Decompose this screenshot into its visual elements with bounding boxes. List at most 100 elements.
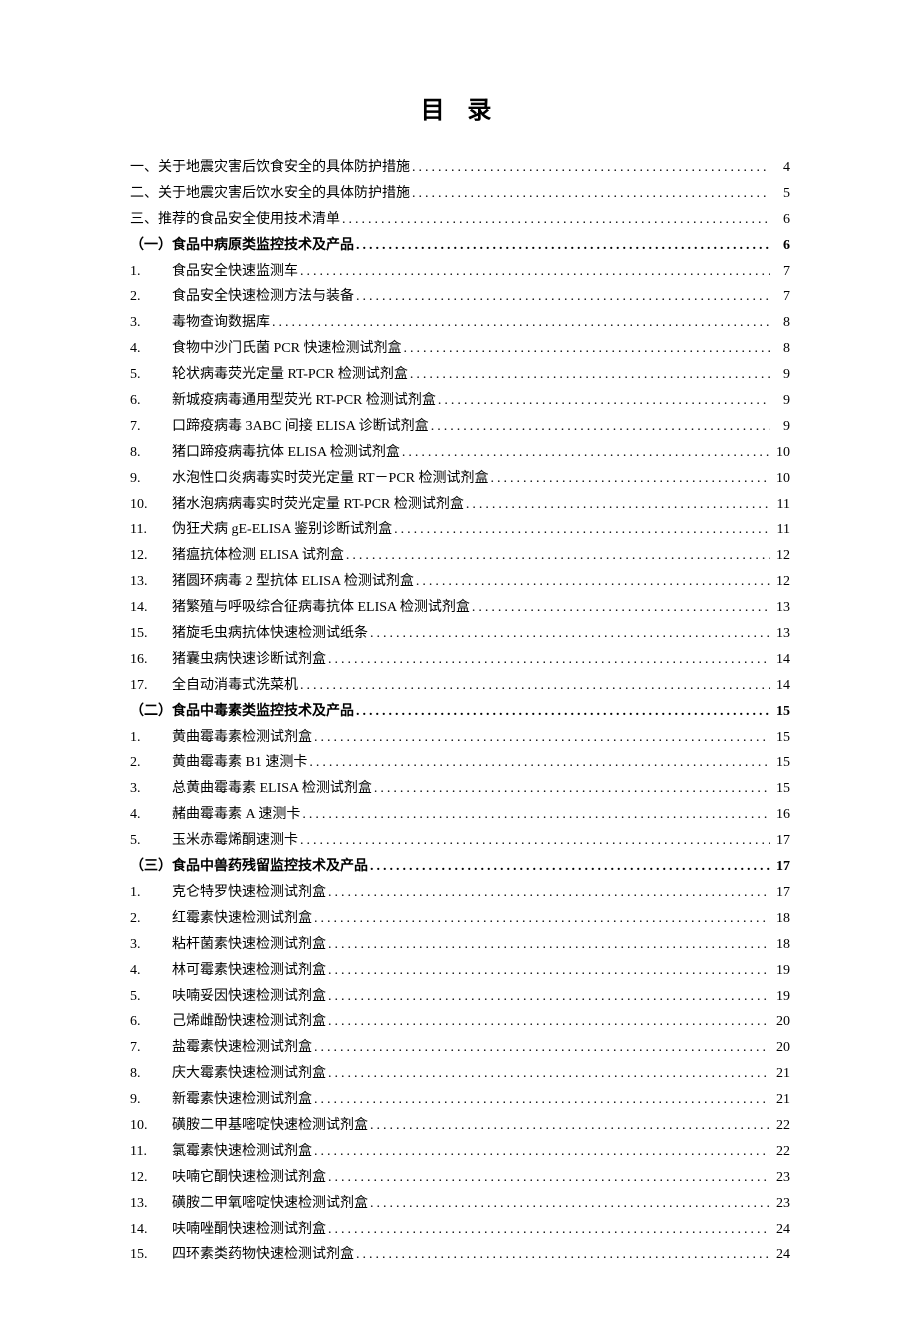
toc-entry-page: 18 (770, 906, 790, 932)
toc-entry-label: 猪囊虫病快速诊断试剂盒 (172, 647, 326, 673)
toc-entry: 14.呋喃唑酮快速检测试剂盒24 (130, 1217, 790, 1243)
toc-leader-dots (410, 362, 770, 388)
toc-leader-dots (328, 1217, 770, 1243)
toc-entry-number: 二、 (130, 181, 158, 207)
toc-entry-label: 四环素类药物快速检测试剂盒 (172, 1242, 354, 1268)
toc-entry-label: 总黄曲霉毒素 ELISA 检测试剂盒 (172, 776, 372, 802)
toc-entry-label: 红霉素快速检测试剂盒 (172, 906, 312, 932)
toc-leader-dots (300, 828, 770, 854)
toc-entry-label: 氯霉素快速检测试剂盒 (172, 1139, 312, 1165)
toc-entry-page: 16 (770, 802, 790, 828)
toc-entry-label: 磺胺二甲氧嘧啶快速检测试剂盒 (172, 1191, 368, 1217)
toc-leader-dots (370, 854, 770, 880)
toc-entry-number: 1. (130, 259, 172, 285)
toc-entry-number: 15. (130, 621, 172, 647)
toc-entry: 14.猪繁殖与呼吸综合征病毒抗体 ELISA 检测试剂盒13 (130, 595, 790, 621)
toc-entry-number: 3. (130, 932, 172, 958)
toc-leader-dots (416, 569, 770, 595)
toc-entry-number: 三、 (130, 207, 158, 233)
toc-entry: 4.林可霉素快速检测试剂盒19 (130, 958, 790, 984)
toc-entry-number: 6. (130, 1009, 172, 1035)
toc-entry: 7.口蹄疫病毒 3ABC 间接 ELISA 诊断试剂盒9 (130, 414, 790, 440)
toc-entry-label: 庆大霉素快速检测试剂盒 (172, 1061, 326, 1087)
toc-leader-dots (403, 336, 770, 362)
toc-entry: 5.呋喃妥因快速检测试剂盒19 (130, 984, 790, 1010)
toc-entry-label: （一）食品中病原类监控技术及产品 (130, 233, 354, 259)
toc-entry: 1.黄曲霉毒素检测试剂盒15 (130, 725, 790, 751)
toc-entry-page: 8 (770, 310, 790, 336)
toc-leader-dots (314, 906, 770, 932)
toc-entry-number: 11. (130, 1139, 172, 1165)
toc-leader-dots (412, 181, 770, 207)
toc-entry-label: 水泡性口炎病毒实时荧光定量 RT－PCR 检测试剂盒 (172, 466, 489, 492)
toc-entry-page: 12 (770, 543, 790, 569)
toc-entry-label: 推荐的食品安全使用技术清单 (158, 207, 340, 233)
toc-entry: 12.猪瘟抗体检测 ELISA 试剂盒12 (130, 543, 790, 569)
toc-entry-number: 6. (130, 388, 172, 414)
toc-entry-number: 7. (130, 414, 172, 440)
toc-entry-page: 17 (770, 854, 790, 880)
toc-entry-page: 20 (770, 1009, 790, 1035)
toc-leader-dots (394, 517, 770, 543)
toc-entry-number: 15. (130, 1242, 172, 1268)
toc-entry-number: 12. (130, 543, 172, 569)
toc-entry: 9.水泡性口炎病毒实时荧光定量 RT－PCR 检测试剂盒10 (130, 466, 790, 492)
toc-entry: 2.食品安全快速检测方法与装备7 (130, 284, 790, 310)
toc-leader-dots (438, 388, 770, 414)
toc-entry: 11.氯霉素快速检测试剂盒 22 (130, 1139, 790, 1165)
toc-leader-dots (374, 776, 770, 802)
toc-leader-dots (356, 699, 770, 725)
toc-entry-page: 21 (770, 1087, 790, 1113)
toc-entry-number: 8. (130, 440, 172, 466)
toc-entry-number: 5. (130, 362, 172, 388)
toc-entry-page: 10 (770, 466, 790, 492)
toc-entry: 二、关于地震灾害后饮水安全的具体防护措施5 (130, 181, 790, 207)
toc-entry-number: 2. (130, 750, 172, 776)
toc-entry-page: 23 (770, 1165, 790, 1191)
toc-leader-dots (300, 673, 770, 699)
toc-leader-dots (356, 284, 770, 310)
toc-entry-page: 22 (770, 1139, 790, 1165)
toc-entry: （二）食品中毒素类监控技术及产品15 (130, 699, 790, 725)
toc-entry-page: 6 (770, 207, 790, 233)
toc-entry-page: 13 (770, 595, 790, 621)
toc-entry-number: 1. (130, 880, 172, 906)
toc-entry: 9.新霉素快速检测试剂盒21 (130, 1087, 790, 1113)
toc-leader-dots (431, 414, 770, 440)
toc-leader-dots (328, 932, 770, 958)
toc-entry-page: 4 (770, 155, 790, 181)
toc-entry-label: 黄曲霉毒素 B1 速测卡 (172, 750, 307, 776)
toc-leader-dots (491, 466, 770, 492)
toc-entry-label: 关于地震灾害后饮水安全的具体防护措施 (158, 181, 410, 207)
toc-entry-number: 10. (130, 1113, 172, 1139)
toc-entry-label: 伪狂犬病 gE-ELISA 鉴别诊断试剂盒 (172, 517, 392, 543)
toc-entry: 三、推荐的食品安全使用技术清单 6 (130, 207, 790, 233)
toc-leader-dots (370, 1113, 770, 1139)
toc-leader-dots (314, 1087, 770, 1113)
toc-entry-number: 1. (130, 725, 172, 751)
toc-entry-page: 7 (770, 284, 790, 310)
toc-entry-number: 5. (130, 828, 172, 854)
toc-entry-page: 11 (770, 517, 790, 543)
toc-entry: （一）食品中病原类监控技术及产品6 (130, 233, 790, 259)
toc-entry-label: 猪圆环病毒 2 型抗体 ELISA 检测试剂盒 (172, 569, 414, 595)
toc-leader-dots (370, 1191, 770, 1217)
toc-entry-number: 16. (130, 647, 172, 673)
toc-leader-dots (328, 880, 770, 906)
toc-entry: 4.赭曲霉毒素 A 速测卡16 (130, 802, 790, 828)
toc-entry-label: 磺胺二甲基嘧啶快速检测试剂盒 (172, 1113, 368, 1139)
table-of-contents: 一、关于地震灾害后饮食安全的具体防护措施4二、关于地震灾害后饮水安全的具体防护措… (130, 155, 790, 1268)
toc-entry: 13.磺胺二甲氧嘧啶快速检测试剂盒23 (130, 1191, 790, 1217)
toc-entry-label: 盐霉素快速检测试剂盒 (172, 1035, 312, 1061)
toc-entry-label: 毒物查询数据库 (172, 310, 270, 336)
toc-entry-page: 14 (770, 647, 790, 673)
toc-entry: 6.新城疫病毒通用型荧光 RT-PCR 检测试剂盒9 (130, 388, 790, 414)
toc-entry-page: 19 (770, 958, 790, 984)
toc-entry-label: 黄曲霉毒素检测试剂盒 (172, 725, 312, 751)
toc-entry-number: 10. (130, 492, 172, 518)
toc-leader-dots (328, 984, 770, 1010)
toc-entry-page: 7 (770, 259, 790, 285)
toc-entry-page: 17 (770, 828, 790, 854)
toc-entry-label: 猪口蹄疫病毒抗体 ELISA 检测试剂盒 (172, 440, 400, 466)
toc-leader-dots (328, 1061, 770, 1087)
